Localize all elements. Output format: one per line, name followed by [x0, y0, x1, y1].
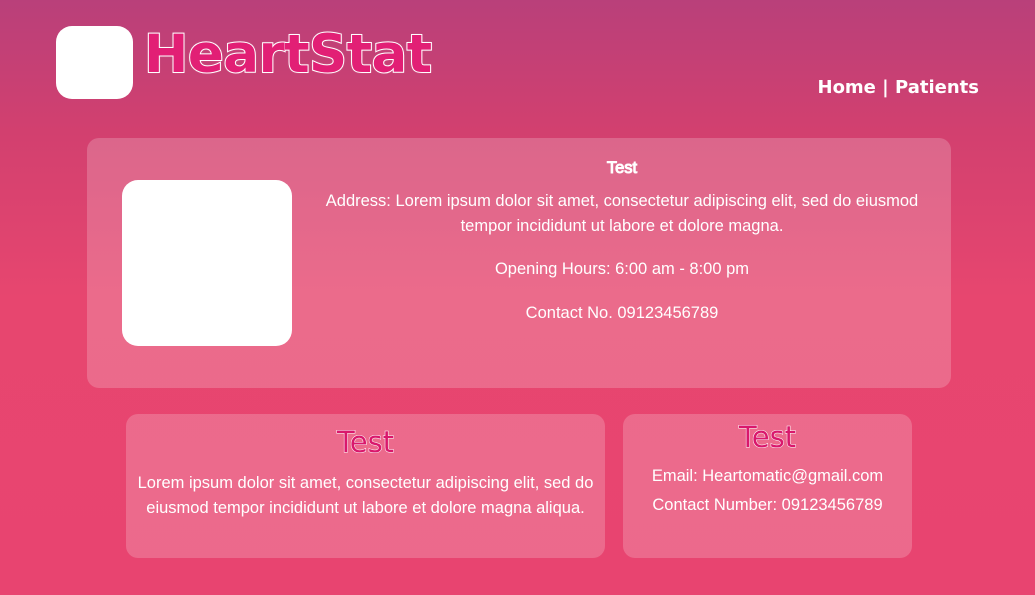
about-content: Test Lorem ipsum dolor sit amet, consect…	[126, 425, 605, 521]
contact-email: Email: Heartomatic@gmail.com	[651, 467, 884, 485]
contact-title: Test	[738, 420, 797, 454]
clinic-address: Address: Lorem ipsum dolor sit amet, con…	[325, 192, 919, 235]
nav-patients-link[interactable]: Patients	[895, 77, 979, 98]
brand-logo-text: HeartStat	[143, 24, 433, 85]
about-title: Test	[336, 425, 395, 459]
clinic-contact-number: Contact No. 09123456789	[525, 304, 719, 322]
nav-home-link[interactable]: Home	[818, 77, 876, 98]
clinic-details: Test Address: Lorem ipsum dolor sit amet…	[312, 156, 932, 326]
contact-content: Test Email: Heartomatic@gmail.com Contac…	[623, 420, 912, 520]
nav-separator: |	[875, 77, 896, 98]
clinic-photo	[122, 180, 292, 346]
contact-card: Test Email: Heartomatic@gmail.com Contac…	[623, 414, 912, 558]
clinic-title: Test	[606, 159, 638, 178]
top-nav: Home | Patients	[818, 77, 980, 98]
clinic-opening-hours: Opening Hours: 6:00 am - 8:00 pm	[494, 260, 750, 278]
logo-image	[56, 26, 133, 99]
about-card: Test Lorem ipsum dolor sit amet, consect…	[126, 414, 605, 558]
clinic-info-card: Test Address: Lorem ipsum dolor sit amet…	[87, 138, 951, 388]
about-text: Lorem ipsum dolor sit amet, consectetur …	[137, 474, 594, 517]
contact-phone: Contact Number: 09123456789	[652, 496, 883, 514]
